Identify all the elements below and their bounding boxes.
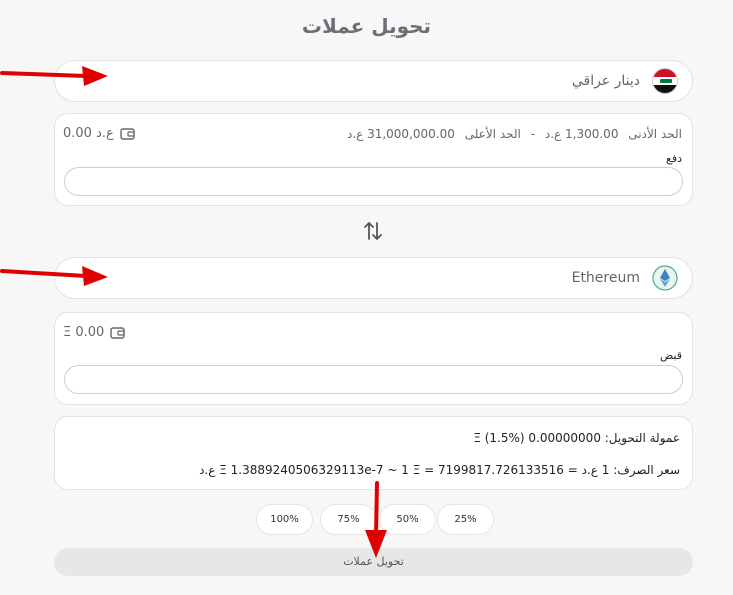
to-balance: Ξ 0.00 [63, 325, 125, 340]
max-limit-label: الحد الأعلى [464, 127, 521, 141]
wallet-icon [110, 327, 125, 339]
wallet-icon [120, 128, 135, 140]
ethereum-icon [652, 265, 678, 291]
limits-text: الحد الأدنى 1,300.00 ع.د - الحد الأعلى 3… [341, 127, 682, 141]
page-title: تحويل عملات [301, 14, 432, 38]
annotation-arrow-icon [0, 66, 108, 86]
receive-panel: Ξ 0.00 قبض [54, 312, 693, 405]
fee-text: عمولة التحويل: 0.00000000 Ξ (1.5%) [473, 431, 680, 445]
exchange-rate-text: سعر الصرف: 1 ع.د = Ξ 1.3889240506329113e… [199, 463, 680, 477]
from-balance-value: 0.00 ع.د [63, 126, 114, 141]
percent-100-button[interactable]: 100% [256, 504, 313, 535]
to-balance-value: Ξ 0.00 [63, 325, 105, 340]
to-currency-name: Ethereum [571, 270, 640, 286]
from-balance: 0.00 ع.د [63, 126, 135, 141]
limit-separator: - [530, 127, 536, 141]
from-currency-selector[interactable]: دينار عراقي [54, 60, 693, 102]
annotation-arrow-icon [0, 266, 108, 286]
swap-icon[interactable] [362, 220, 384, 242]
info-panel: عمولة التحويل: 0.00000000 Ξ (1.5%) سعر ا… [54, 416, 693, 490]
iraq-flag-icon [652, 68, 678, 94]
min-limit-value: 1,300.00 ع.د [544, 127, 619, 141]
receive-label: قبض [659, 349, 682, 362]
percent-25-button[interactable]: 25% [437, 504, 494, 535]
pay-amount-input[interactable] [64, 167, 683, 196]
to-currency-selector[interactable]: Ethereum [54, 257, 693, 299]
min-limit-label: الحد الأدنى [628, 127, 682, 141]
receive-amount-input[interactable] [64, 365, 683, 394]
pay-panel: 0.00 ع.د الحد الأدنى 1,300.00 ع.د - الحد… [54, 113, 693, 206]
pay-label: دفع [665, 152, 682, 165]
annotation-arrow-icon [365, 481, 387, 558]
max-limit-value: 31,000,000.00 ع.د [346, 127, 455, 141]
from-currency-name: دينار عراقي [571, 73, 640, 89]
